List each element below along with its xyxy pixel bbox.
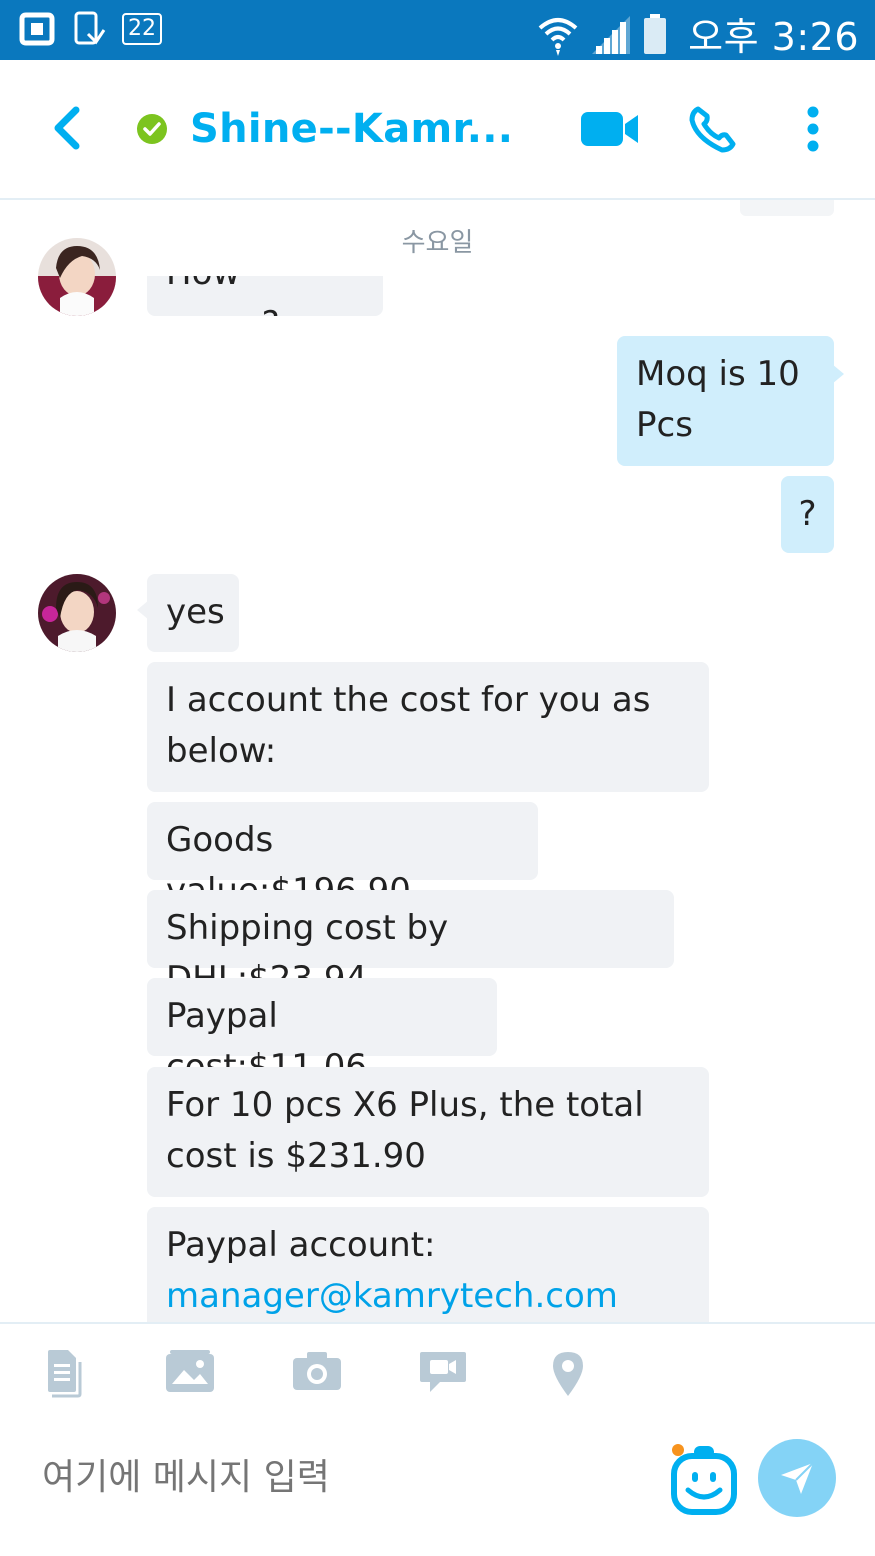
message-list[interactable]: 수요일 How many? Moq is 10 Pcs ? <box>0 200 875 1322</box>
message-input[interactable] <box>40 1456 644 1499</box>
avatar[interactable] <box>38 574 116 652</box>
wifi-icon <box>538 17 578 56</box>
notification-count: 22 <box>128 16 156 41</box>
emoticon-icon[interactable] <box>668 1438 740 1518</box>
send-button[interactable] <box>758 1439 836 1517</box>
message-text: For 10 pcs X6 Plus, the total cost is $2… <box>166 1085 644 1176</box>
message-text: ? <box>798 494 817 534</box>
more-options-icon[interactable] <box>804 106 822 152</box>
app-notification-icon <box>19 12 55 46</box>
avatar[interactable] <box>38 238 116 316</box>
message-bubble-incoming[interactable]: How many? <box>147 276 383 316</box>
message-bubble-outgoing[interactable]: ? <box>781 476 834 553</box>
day-separator: 수요일 <box>401 228 474 258</box>
status-clock: 3:26 <box>771 15 859 59</box>
avatar-image <box>38 238 116 316</box>
send-icon <box>781 1462 814 1494</box>
back-chevron-icon[interactable] <box>44 104 92 152</box>
message-bubble-incoming[interactable]: Shipping cost by DHL:$23.94 <box>147 890 674 999</box>
previous-message-fragment <box>740 200 834 216</box>
file-icon[interactable] <box>46 1348 82 1398</box>
chat-header: Shine--Kamr... <box>0 60 875 200</box>
avatar-image <box>38 574 116 652</box>
video-call-icon[interactable] <box>580 110 640 148</box>
message-text: Paypal account: <box>166 1225 436 1265</box>
location-icon[interactable] <box>551 1350 585 1398</box>
contact-name[interactable]: Shine--Kamr... <box>190 106 513 152</box>
media-icon[interactable] <box>164 1348 216 1394</box>
message-bubble-incoming[interactable]: Goods value:$196.90 <box>147 802 538 911</box>
message-text: yes <box>166 592 225 632</box>
message-bubble-incoming[interactable]: I account the cost for you as below: <box>147 662 709 792</box>
bubble-tail <box>832 364 844 384</box>
video-message-icon[interactable] <box>418 1348 468 1396</box>
attachment-toolbar <box>0 1322 875 1424</box>
phone-call-icon[interactable] <box>688 106 736 154</box>
presence-check-icon <box>137 114 167 144</box>
message-bubble-outgoing[interactable]: Moq is 10 Pcs <box>617 336 834 466</box>
signal-icon <box>592 15 631 54</box>
camera-icon[interactable] <box>291 1348 343 1392</box>
message-clip: How many? <box>147 276 383 316</box>
status-left-icons: 22 <box>18 10 162 48</box>
message-bubble-incoming[interactable]: yes <box>147 574 239 652</box>
phone-notification-icon <box>74 11 106 45</box>
email-link[interactable]: manager@kamrytech.com <box>166 1271 690 1322</box>
status-time: 오후 3:26 <box>688 6 859 61</box>
message-composer <box>0 1422 875 1556</box>
message-bubble-incoming[interactable]: Paypal account: manager@kamrytech.com <box>147 1207 709 1322</box>
battery-icon <box>644 13 667 54</box>
notification-count-badge: 22 <box>122 13 162 45</box>
message-bubble-incoming[interactable]: Paypal cost:$11.06 <box>147 978 497 1087</box>
status-ampm: 오후 <box>688 15 760 59</box>
message-bubble-incoming[interactable]: For 10 pcs X6 Plus, the total cost is $2… <box>147 1067 709 1197</box>
status-right-icons: 오후 3:26 <box>536 6 859 61</box>
message-text: I account the cost for you as below: <box>166 680 651 771</box>
message-text: How many? <box>166 276 280 316</box>
message-text: Moq is 10 Pcs <box>636 354 800 445</box>
status-bar: 22 오후 3:26 <box>0 0 875 60</box>
